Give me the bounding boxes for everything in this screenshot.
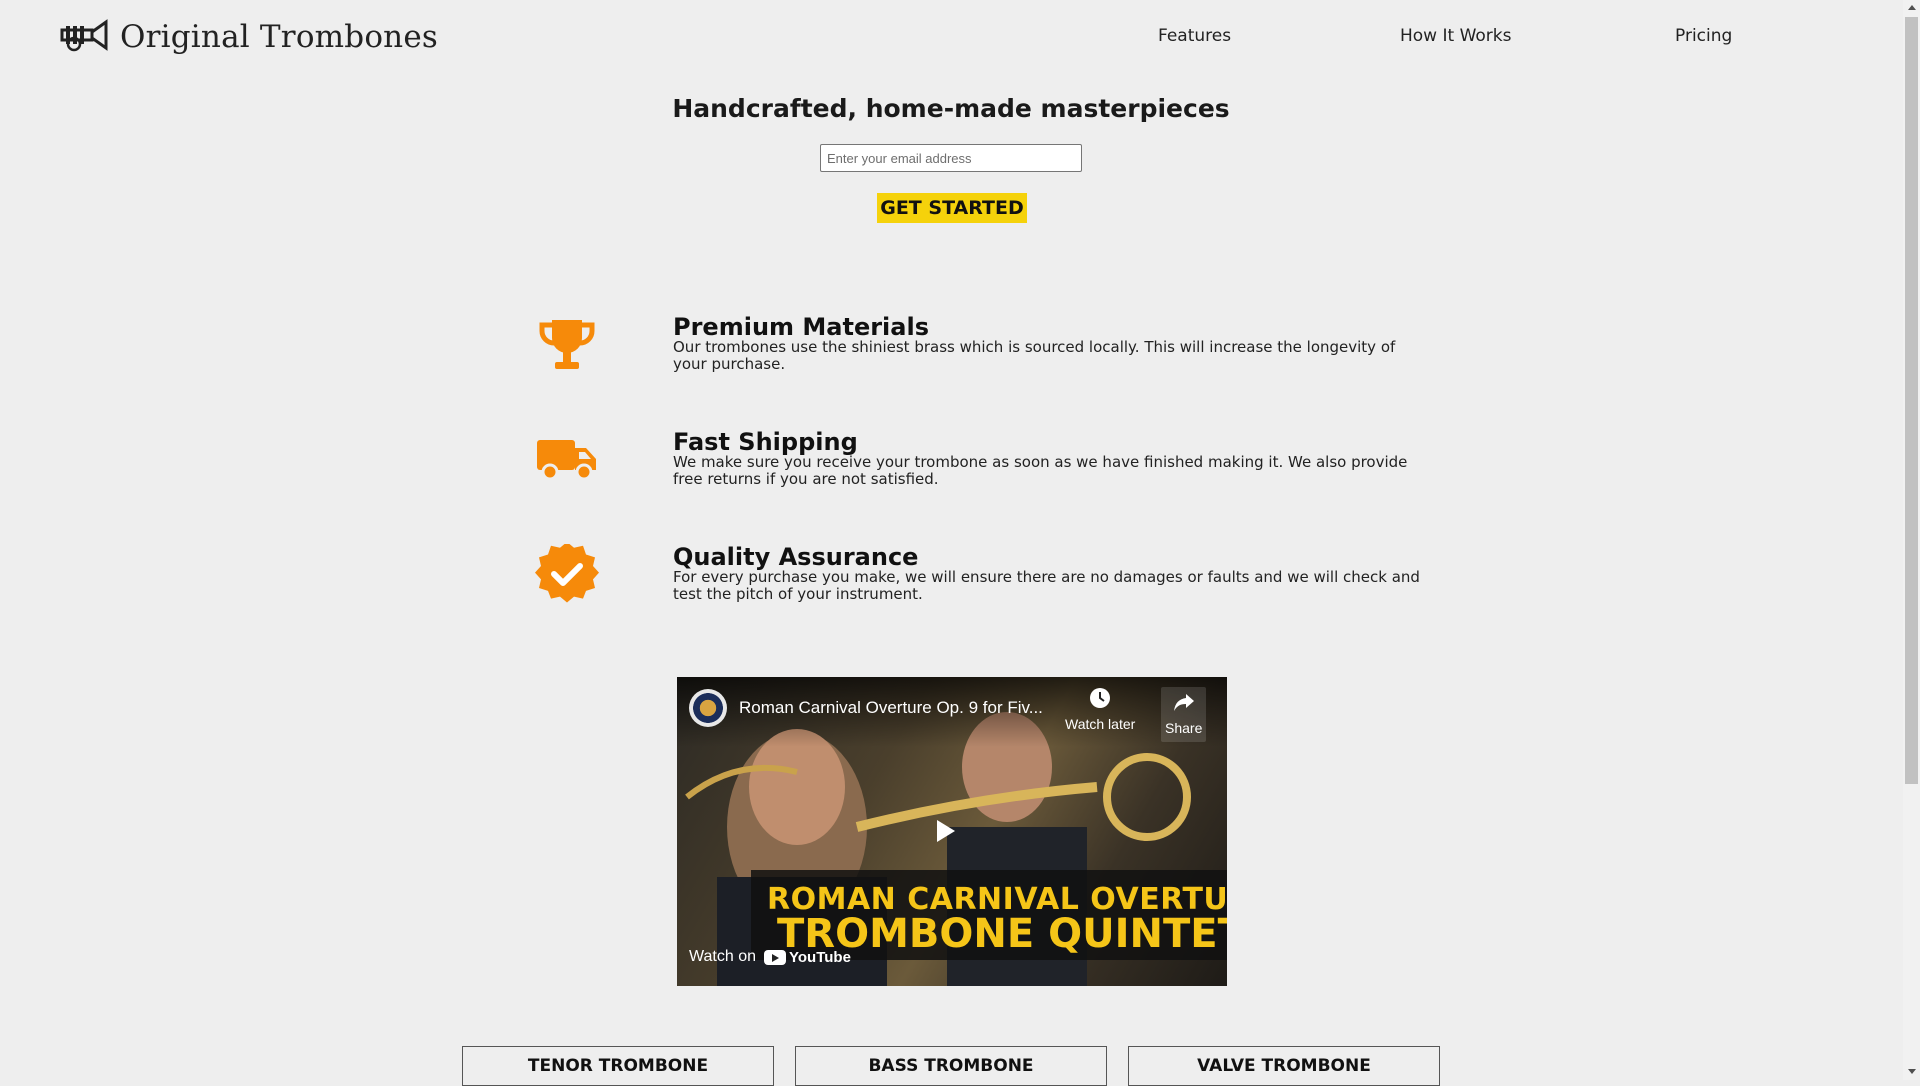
- trophy-icon: [534, 316, 600, 376]
- nav-how-it-works[interactable]: How It Works: [1400, 26, 1511, 46]
- nav-pricing[interactable]: Pricing: [1675, 26, 1732, 46]
- youtube-wordmark: YouTube: [789, 948, 851, 966]
- trumpet-icon: [60, 18, 110, 56]
- tab-tenor-trombone[interactable]: TENOR TROMBONE: [462, 1046, 774, 1086]
- video-embed[interactable]: Roman Carnival Overture Op. 9 for Fiv...…: [677, 677, 1227, 986]
- video-title[interactable]: Roman Carnival Overture Op. 9 for Fiv...: [739, 698, 1043, 718]
- play-icon[interactable]: [937, 820, 955, 842]
- youtube-logo: YouTube: [764, 949, 851, 966]
- truck-icon: [534, 430, 600, 490]
- feature-description: For every purchase you make, we will ens…: [673, 568, 1420, 603]
- watch-later-label: Watch later: [1065, 716, 1136, 732]
- share-icon: [1165, 691, 1202, 716]
- feature-title: Quality Assurance: [673, 543, 919, 571]
- watch-on-youtube-link[interactable]: Watch on YouTube: [689, 941, 851, 973]
- vertical-scrollbar[interactable]: [1903, 0, 1920, 1080]
- feature-description: We make sure you receive your trombone a…: [673, 453, 1408, 488]
- verified-badge-icon: [534, 541, 600, 604]
- share-button[interactable]: Share: [1161, 687, 1207, 742]
- clock-icon: [1065, 687, 1135, 712]
- watch-later-button[interactable]: Watch later: [1065, 687, 1135, 732]
- tab-valve-trombone[interactable]: VALVE TROMBONE: [1128, 1046, 1440, 1086]
- share-label: Share: [1165, 720, 1203, 736]
- scroll-up-arrow-icon[interactable]: [1908, 5, 1916, 10]
- tab-bass-trombone[interactable]: BASS TROMBONE: [795, 1046, 1107, 1086]
- feature-title: Premium Materials: [673, 313, 929, 341]
- feature-title: Fast Shipping: [673, 428, 858, 456]
- watch-on-label: Watch on: [689, 948, 756, 965]
- email-input[interactable]: [820, 144, 1082, 172]
- feature-description: Our trombones use the shiniest brass whi…: [673, 338, 1396, 373]
- scroll-down-arrow-icon[interactable]: [1908, 1069, 1916, 1074]
- hero-title: Handcrafted, home-made masterpieces: [672, 94, 1230, 123]
- get-started-button[interactable]: GET STARTED: [877, 193, 1027, 223]
- logo[interactable]: Original Trombones: [60, 18, 438, 56]
- logo-text: Original Trombones: [120, 19, 439, 55]
- scroll-thumb[interactable]: [1905, 17, 1918, 784]
- youtube-play-icon: [764, 949, 786, 965]
- channel-avatar[interactable]: [689, 689, 727, 727]
- nav-features[interactable]: Features: [1158, 26, 1231, 46]
